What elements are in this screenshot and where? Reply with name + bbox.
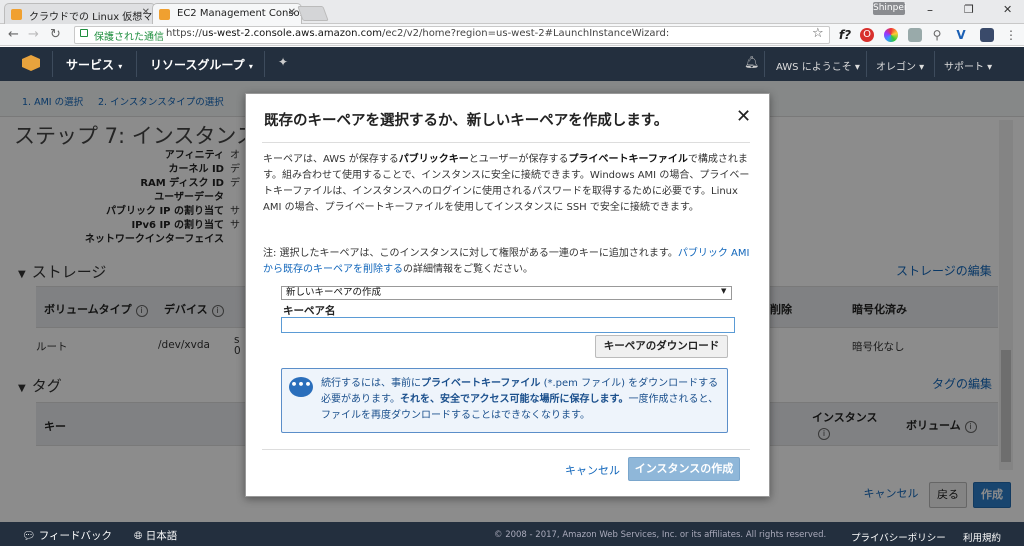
nav-divider <box>934 51 935 77</box>
back-arrow-icon[interactable]: ← <box>8 27 19 42</box>
url-prefix: https:// <box>166 28 202 39</box>
bold-text: それを、安全でアクセス可能な場所に保存します。 <box>400 394 629 405</box>
language-selector[interactable]: 🌐︎ 日本語 <box>134 528 177 543</box>
support-menu[interactable]: サポート ▾ <box>944 58 992 73</box>
restore-icon[interactable]: ❐ <box>964 3 974 16</box>
close-window-icon[interactable]: ✕ <box>1003 3 1012 16</box>
download-keypair-button[interactable]: キーペアのダウンロード <box>595 335 728 358</box>
minimize-icon[interactable]: – <box>927 3 933 17</box>
lock-icon <box>80 29 88 37</box>
language-label: 日本語 <box>145 530 178 542</box>
keypair-description: キーペアは、AWS が保存するパブリックキーとユーザーが保存するプライベートキー… <box>263 152 753 216</box>
nav-divider <box>866 51 867 77</box>
new-tab-button[interactable] <box>297 6 329 21</box>
nav-divider <box>264 51 265 77</box>
tab-label: クラウドでの Linux 仮想マシ <box>29 12 156 23</box>
divider <box>262 449 750 450</box>
forward-arrow-icon[interactable]: → <box>28 27 39 42</box>
bookmark-star-icon[interactable]: ☆ <box>812 26 824 41</box>
text: キーペアは、AWS が保存する <box>263 154 399 165</box>
terms-link[interactable]: 利用規約 <box>963 530 1001 544</box>
v-extension-icon[interactable]: V <box>954 28 968 42</box>
keypair-name-input[interactable] <box>281 317 735 333</box>
copyright-text: © 2008 - 2017, Amazon Web Services, Inc.… <box>494 530 827 540</box>
extension-icon[interactable] <box>980 28 994 42</box>
services-label: サービス <box>66 58 115 72</box>
pin-icon[interactable]: ✦ <box>278 55 288 69</box>
feedback-link[interactable]: 💬︎ フィードバック <box>22 528 112 543</box>
nav-divider <box>136 51 137 77</box>
close-dialog-icon[interactable]: ✕ <box>736 106 751 127</box>
menu-icon[interactable]: ⋮ <box>1004 28 1018 42</box>
close-tab-icon[interactable]: ✕ <box>142 7 150 18</box>
support-label: サポート <box>944 62 984 73</box>
text: とユーザーが保存する <box>468 154 569 165</box>
dropdown-arrow-icon: ▼ <box>721 287 727 295</box>
chat-bubble-icon: ••• <box>289 377 313 397</box>
url-host: us-west-2.console.aws.amazon.com <box>201 28 382 39</box>
globe-icon: 🌐︎ <box>134 530 143 542</box>
url-text[interactable]: https://us-west-2.console.aws.amazon.com… <box>166 28 669 39</box>
bell-icon[interactable]: 🔔︎ <box>744 55 759 69</box>
text: 続行するには、事前に <box>321 378 421 389</box>
text: の詳細情報をご覧ください。 <box>403 264 533 275</box>
opera-extension-icon[interactable]: O <box>860 28 874 42</box>
nav-divider <box>52 51 53 77</box>
account-label: AWS にようこそ <box>776 62 852 73</box>
privacy-policy-link[interactable]: プライバシーポリシー <box>851 530 946 544</box>
bold-text: プライベートキーファイル <box>568 154 688 165</box>
speech-bubble-icon: 💬︎ <box>22 530 36 542</box>
resource-groups-label: リソースグループ <box>150 58 245 72</box>
resource-groups-menu[interactable]: リソースグループ ▾ <box>150 56 253 73</box>
function-extension-icon[interactable]: f? <box>838 28 852 42</box>
region-label: オレゴン <box>876 62 916 73</box>
chevron-down-icon: ▾ <box>248 62 253 71</box>
browser-tab-linux-vm[interactable]: クラウドでの Linux 仮想マシ ✕ <box>4 3 156 24</box>
dialog-title: 既存のキーペアを選択するか、新しいキーペアを作成します。 <box>264 113 669 129</box>
browser-tab-ec2-console[interactable]: EC2 Management Console ✕ <box>152 3 302 24</box>
extension-icon[interactable] <box>908 28 922 42</box>
chevron-down-icon: ▾ <box>118 62 123 71</box>
create-instance-button[interactable]: インスタンスの作成 <box>628 457 740 481</box>
tab-label: EC2 Management Console <box>177 8 302 19</box>
account-menu[interactable]: AWS にようこそ ▾ <box>776 58 860 73</box>
bold-text: プライベートキーファイル <box>421 378 541 389</box>
divider <box>262 142 750 143</box>
aws-favicon-icon <box>159 9 170 20</box>
nav-divider <box>764 51 765 77</box>
dialog-cancel-link[interactable]: キャンセル <box>565 462 620 478</box>
services-menu[interactable]: サービス ▾ <box>66 56 122 73</box>
profile-button[interactable]: Shinpei <box>873 2 906 15</box>
close-tab-icon[interactable]: ✕ <box>288 7 296 18</box>
bold-text: パブリックキー <box>398 154 469 165</box>
keypair-note: 注: 選択したキーペアは、このインスタンスに対して権限がある一連のキーに追加され… <box>263 246 753 278</box>
feedback-label: フィードバック <box>38 530 112 542</box>
region-menu[interactable]: オレゴン ▾ <box>876 58 924 73</box>
aws-favicon-icon <box>11 9 22 20</box>
keypair-name-label: キーペア名 <box>283 305 336 317</box>
url-path: /ec2/v2/home?region=us-west-2#LaunchInst… <box>381 28 670 39</box>
color-extension-icon[interactable] <box>884 28 898 42</box>
text: 注: 選択したキーペアは、このインスタンスに対して権限がある一連のキーに追加され… <box>263 248 678 259</box>
keypair-option-select[interactable]: 新しいキーペアの作成 <box>281 286 732 300</box>
secure-label: 保護された通信 <box>94 32 164 43</box>
download-notice-text: 続行するには、事前にプライベートキーファイル (*.pem ファイル) をダウン… <box>321 376 721 424</box>
reload-icon[interactable]: ↻ <box>50 27 61 42</box>
search-extension-icon[interactable]: ⚲ <box>930 28 944 42</box>
